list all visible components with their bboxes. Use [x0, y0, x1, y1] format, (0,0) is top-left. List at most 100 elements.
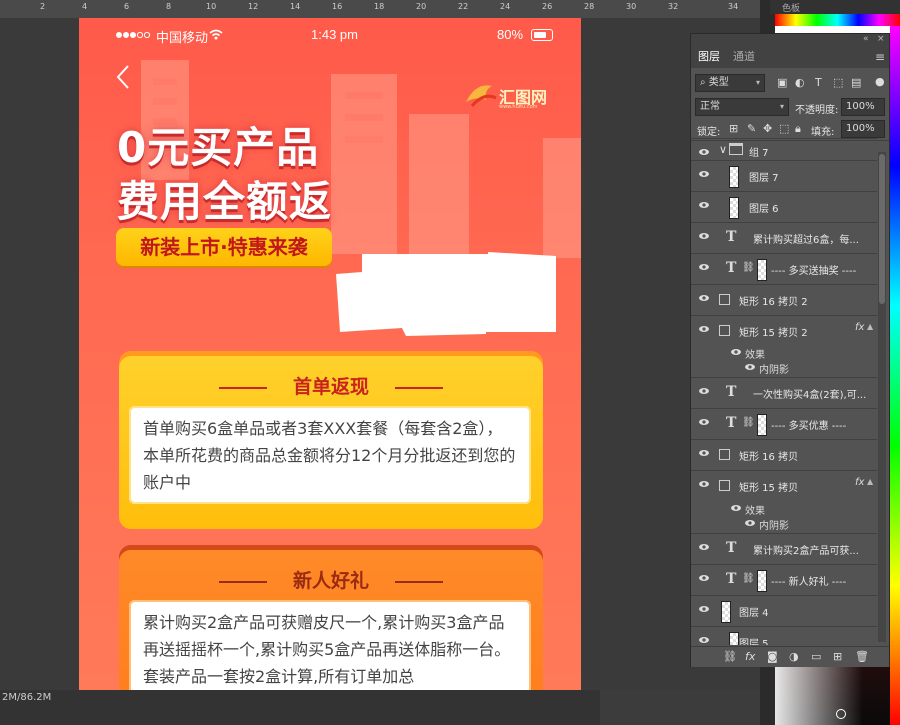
lock-transparent-icon[interactable]: ⊞: [729, 122, 738, 135]
color-ramp[interactable]: [775, 14, 900, 26]
visibility-eye-icon[interactable]: [699, 200, 709, 210]
fx-badge[interactable]: fx: [855, 477, 864, 488]
panel-menu-icon[interactable]: ≡: [875, 50, 885, 64]
layers-footer-toolbar: ⛓ fx ◙ ◑ ▭ ⊞ 🗑︎: [691, 646, 889, 667]
visibility-eye-icon[interactable]: [699, 573, 709, 583]
text-layer-icon: T: [726, 540, 737, 556]
adjustment-layer-icon[interactable]: ◑: [789, 650, 799, 663]
swatches-panel-header[interactable]: 色板: [770, 0, 900, 14]
visibility-eye-icon[interactable]: [699, 386, 709, 396]
chevron-down-icon: ▾: [755, 78, 760, 87]
link-layers-icon[interactable]: ⛓: [723, 650, 737, 663]
text-layer-icon: T: [726, 415, 737, 431]
tagline-badge: 新装上市·特惠来袭: [116, 228, 332, 266]
filter-type-icon[interactable]: T: [815, 76, 822, 89]
filter-kind-value: 类型: [708, 77, 729, 88]
fx-badge[interactable]: fx: [855, 322, 864, 333]
filter-toggle-icon[interactable]: ●: [875, 75, 885, 88]
text-layer-icon: T: [726, 384, 737, 400]
lock-label: 锁定:: [697, 127, 721, 138]
layer-row-group[interactable]: ∨ 组 7: [691, 138, 877, 161]
ruler-tick: 16: [332, 2, 343, 11]
fill-label: 填充:: [811, 127, 835, 138]
lock-artboard-icon[interactable]: ⬚: [779, 122, 789, 135]
filter-adjustment-icon[interactable]: ◐: [795, 76, 805, 89]
fill-field[interactable]: 100%: [841, 120, 885, 138]
visibility-eye-icon[interactable]: [699, 542, 709, 552]
ruler-tick: 22: [458, 2, 469, 11]
layer-row[interactable]: T 一次性购买4盒(2套),可...: [691, 377, 877, 409]
visibility-eye-icon[interactable]: [731, 347, 741, 357]
chevron-up-icon[interactable]: ▲: [867, 477, 873, 486]
phone-artboard[interactable]: 中国移动 1:43 pm 80% 汇图网 www.huitu.com 0元买产品…: [79, 18, 581, 690]
color-picker-handle[interactable]: [836, 709, 846, 719]
layers-scrollbar[interactable]: [878, 152, 886, 642]
blend-mode-select[interactable]: 正常 ▾: [695, 98, 789, 116]
tab-channels[interactable]: 通道: [733, 48, 755, 64]
link-chain-icon: ⛓: [742, 573, 755, 584]
visibility-eye-icon[interactable]: [699, 604, 709, 614]
headline-line-2: 费用全额返: [117, 177, 333, 226]
visibility-eye-icon[interactable]: [699, 324, 709, 334]
layer-row[interactable]: 矩形 15 拷贝 2 fx ▲: [691, 315, 877, 347]
layer-row[interactable]: 图层 6: [691, 191, 877, 223]
hue-slider[interactable]: [890, 26, 900, 725]
new-group-icon[interactable]: ▭: [811, 650, 821, 663]
new-layer-icon[interactable]: ⊞: [833, 650, 842, 663]
visibility-eye-icon[interactable]: [699, 479, 709, 489]
layer-row[interactable]: T 累计购买超过6盒，每...: [691, 222, 877, 254]
filter-shape-icon[interactable]: ⬚: [833, 76, 843, 89]
visibility-eye-icon[interactable]: [731, 503, 741, 513]
logo-url: www.huitu.com: [499, 104, 538, 110]
layer-row[interactable]: T ⛓ ---- 新人好礼 ----: [691, 564, 877, 596]
text-layer-icon: T: [726, 229, 737, 245]
panel-drag-bar[interactable]: « ×: [691, 34, 889, 44]
visibility-eye-icon[interactable]: [699, 262, 709, 272]
layer-row[interactable]: 矩形 16 拷贝 2: [691, 284, 877, 316]
visibility-eye-icon[interactable]: [699, 635, 709, 645]
visibility-eye-icon[interactable]: [699, 231, 709, 241]
close-panel-icon[interactable]: ×: [877, 34, 885, 44]
visibility-eye-icon[interactable]: [699, 293, 709, 303]
filter-pixel-icon[interactable]: ▣: [777, 76, 787, 89]
back-chevron-icon[interactable]: [115, 64, 131, 90]
chevron-up-icon[interactable]: ▲: [867, 322, 873, 331]
lock-position-icon[interactable]: ✥: [763, 122, 772, 135]
layer-row[interactable]: T ⛓ ---- 多买优惠 ----: [691, 408, 877, 440]
filter-smart-object-icon[interactable]: ▤: [851, 76, 861, 89]
layer-row[interactable]: T ⛓ ---- 多买送抽奖 ----: [691, 253, 877, 285]
expand-chevron-icon[interactable]: ∨: [719, 143, 727, 156]
layer-name: 图层 6: [749, 204, 779, 215]
collapse-icon[interactable]: «: [863, 34, 869, 44]
visibility-eye-icon[interactable]: [699, 448, 709, 458]
visibility-eye-icon[interactable]: [699, 417, 709, 427]
layer-row[interactable]: 图层 7: [691, 160, 877, 192]
filter-kind-select[interactable]: ⌕ 类型 ▾: [695, 74, 765, 92]
blend-mode-value: 正常: [700, 101, 720, 112]
swatches-tab[interactable]: 色板: [782, 1, 800, 14]
visibility-eye-icon[interactable]: [699, 147, 709, 157]
lock-image-icon[interactable]: ✎: [747, 122, 756, 135]
layer-row[interactable]: 矩形 16 拷贝: [691, 439, 877, 471]
first-order-cashback-card: 首单返现 首单购买6盒单品或者3套XXX套餐（每套含2盒），本单所花费的商品总金…: [119, 356, 543, 529]
layer-row[interactable]: 矩形 15 拷贝 fx ▲: [691, 470, 877, 502]
layer-row[interactable]: 图层 4: [691, 595, 877, 627]
visibility-eye-icon[interactable]: [699, 169, 709, 179]
visibility-eye-icon[interactable]: [745, 362, 755, 372]
add-mask-icon[interactable]: ◙: [767, 650, 778, 663]
visibility-eye-icon[interactable]: [745, 518, 755, 528]
layer-name: 一次性购买4盒(2套),可...: [753, 390, 867, 401]
add-style-icon[interactable]: fx: [745, 650, 755, 663]
layer-name: 图层 4: [739, 608, 769, 619]
opacity-field[interactable]: 100%: [841, 98, 885, 116]
shape-layer-icon: [719, 449, 730, 460]
layer-row[interactable]: T 累计购买2盒产品可获...: [691, 533, 877, 565]
trash-icon[interactable]: 🗑︎: [855, 650, 869, 663]
lock-all-icon[interactable]: 🔒︎: [795, 122, 801, 136]
layer-row[interactable]: 图层 5: [691, 626, 877, 645]
image-placeholder: [336, 252, 556, 336]
layer-name: ---- 多买送抽奖 ----: [771, 266, 857, 277]
tab-layers[interactable]: 图层: [698, 48, 720, 64]
ruler-tick: 6: [124, 2, 130, 11]
scrollbar-thumb[interactable]: [879, 154, 885, 304]
